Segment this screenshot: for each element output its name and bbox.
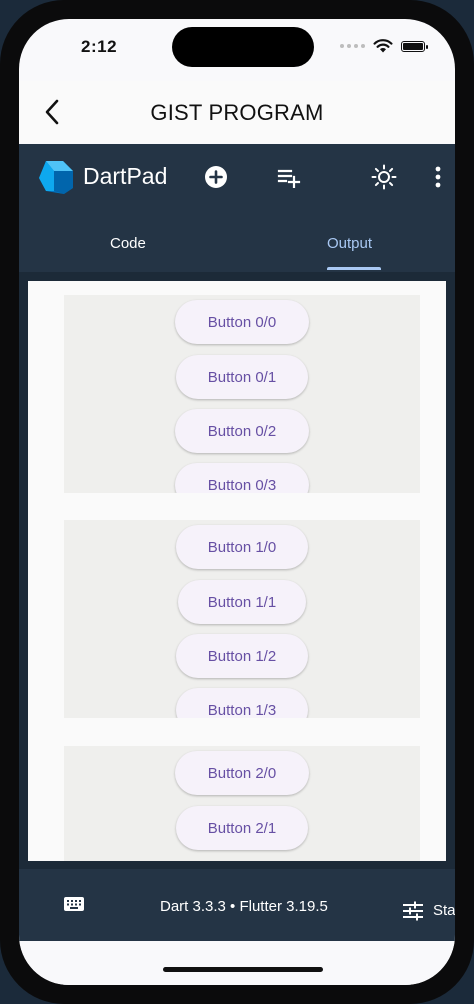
channel-label[interactable]: Stable [433,902,455,919]
tab-code[interactable]: Code [110,235,146,252]
output-button[interactable]: Button 2/1 [176,806,308,850]
output-button[interactable]: Button 1/3 [176,688,308,718]
add-circle-icon[interactable] [201,162,231,192]
more-vert-icon[interactable] [423,162,453,192]
screen: 2:12 GIST PROGRAM DartPad Code Output Bu… [19,19,455,985]
brightness-icon[interactable] [369,162,399,192]
tab-bar: Code Output [19,210,455,272]
dartpad-app-bar: DartPad [19,144,455,210]
playlist-add-icon[interactable] [274,162,304,192]
output-button[interactable]: Button 0/0 [175,300,309,344]
output-button[interactable]: Button 1/0 [176,525,308,569]
home-area [19,941,455,985]
home-indicator[interactable] [163,967,323,972]
output-button[interactable]: Button 1/1 [178,580,306,624]
output-panel: Button 0/0 Button 0/1 Button 0/2 Button … [19,272,455,869]
output-canvas[interactable]: Button 0/0 Button 0/1 Button 0/2 Button … [28,281,446,861]
app-name: DartPad [83,163,168,189]
dynamic-island [172,27,314,67]
output-button[interactable]: Button 0/1 [176,355,308,399]
button-group[interactable]: Button 0/0 Button 0/1 Button 0/2 Button … [64,295,420,493]
tab-output[interactable]: Output [327,235,372,252]
tab-indicator [327,267,381,270]
button-group[interactable]: Button 2/0 Button 2/1 [64,746,420,861]
output-button[interactable]: Button 0/3 [175,463,309,493]
status-icons [340,39,428,53]
phone-frame: 2:12 GIST PROGRAM DartPad Code Output Bu… [0,0,474,1004]
button-group[interactable]: Button 1/0 Button 1/1 Button 1/2 Button … [64,520,420,718]
output-button[interactable]: Button 0/2 [175,409,309,453]
wifi-icon [373,39,393,53]
cellular-signal-icon [340,44,365,48]
tune-icon[interactable] [403,901,423,921]
keyboard-icon[interactable] [63,896,85,912]
status-time: 2:12 [81,37,118,56]
dart-logo-icon [39,161,73,194]
bottom-status-bar: Dart 3.3.3 • Flutter 3.19.5 Stable [19,869,455,941]
page-title: GIST PROGRAM [150,100,324,125]
version-info: Dart 3.3.3 • Flutter 3.19.5 [160,898,328,915]
output-button[interactable]: Button 1/2 [176,634,308,678]
output-button[interactable]: Button 2/0 [175,751,309,795]
battery-icon [401,40,428,52]
navigation-bar: GIST PROGRAM [19,81,455,143]
